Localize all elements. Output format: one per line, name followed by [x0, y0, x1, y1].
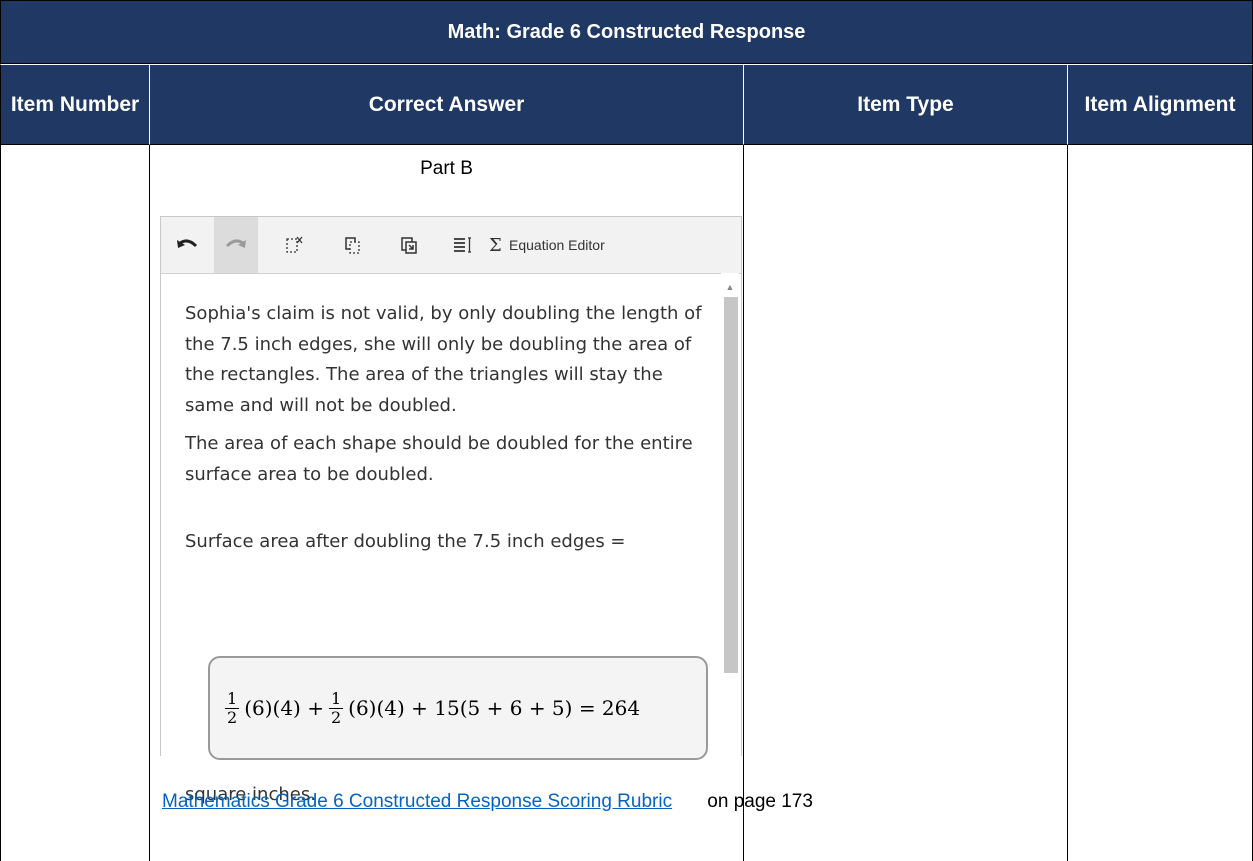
text-format-icon: [454, 237, 471, 253]
header-correct-answer: Correct Answer: [149, 64, 744, 145]
fraction-1: 1 2: [225, 688, 240, 727]
header-item-number: Item Number: [0, 64, 150, 145]
item-alignment-cell: [1067, 145, 1253, 861]
redo-icon: [225, 239, 246, 248]
rubric-page-ref: on page 173: [702, 791, 813, 812]
editor-toolbar: Σ Equation Editor: [161, 217, 741, 274]
undo-icon: [177, 239, 198, 248]
part-label: Part B: [420, 158, 473, 179]
answer-key-table: Math: Grade 6 Constructed Response Item …: [0, 0, 1253, 861]
header-item-type: Item Type: [743, 64, 1068, 145]
format-button[interactable]: [441, 217, 485, 273]
equation-box[interactable]: 1 2 (6)(4) + 1 2 (6)(4) + 15(5 + 6 + 5) …: [208, 656, 708, 760]
scroll-up-icon[interactable]: ▲: [721, 281, 739, 293]
equation-editor-button[interactable]: Equation Editor: [509, 217, 605, 273]
editor-scrollbar[interactable]: ▲: [721, 273, 739, 757]
table-title: Math: Grade 6 Constructed Response: [0, 0, 1253, 64]
response-editor[interactable]: Σ Equation Editor Sophia's claim is not …: [160, 216, 742, 805]
sigma-icon[interactable]: Σ: [489, 217, 502, 273]
header-item-alignment: Item Alignment: [1067, 64, 1253, 145]
cut-icon: [286, 236, 303, 253]
fraction-2: 1 2: [328, 688, 344, 727]
rubric-reference: Mathematics Grade 6 Constructed Response…: [162, 790, 813, 814]
equation-term-1: (6)(4) +: [244, 695, 324, 720]
cut-button[interactable]: [273, 217, 317, 273]
scroll-thumb[interactable]: [724, 297, 738, 673]
copy-icon: [345, 237, 360, 254]
item-type-cell: [743, 145, 1068, 861]
item-number-cell: [0, 145, 150, 861]
equation-term-2: (6)(4) + 15(5 + 6 + 5) = 264: [348, 695, 641, 720]
rubric-link[interactable]: Mathematics Grade 6 Constructed Response…: [162, 790, 702, 814]
undo-button[interactable]: [165, 217, 209, 273]
response-paragraph-3: Surface area after doubling the 7.5 inch…: [185, 531, 626, 552]
paste-button[interactable]: [387, 217, 431, 273]
paste-icon: [401, 237, 417, 254]
response-paragraph-2: The area of each shape should be doubled…: [185, 433, 693, 485]
response-paragraph-1: Sophia's claim is not valid, by only dou…: [185, 303, 702, 416]
redo-button[interactable]: [214, 217, 258, 273]
copy-button[interactable]: [331, 217, 375, 273]
